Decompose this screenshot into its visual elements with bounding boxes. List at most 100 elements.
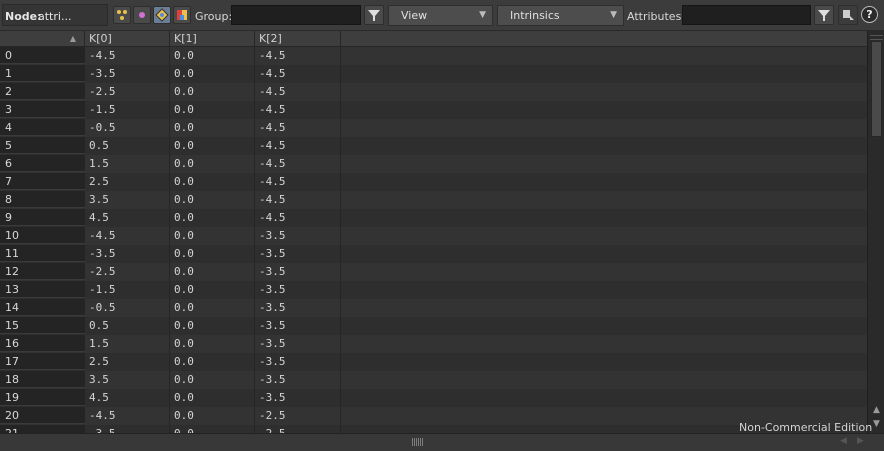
row-index: 5 (0, 137, 85, 154)
table-cell: -3.5 (85, 245, 170, 263)
table-row[interactable]: 13 -1.5 0.0 -3.5 (0, 281, 867, 299)
table-row[interactable]: 10 -4.5 0.0 -3.5 (0, 227, 867, 245)
table-cell: -2.5 (255, 425, 341, 433)
table-cell: 1.5 (85, 335, 170, 353)
row-index: 0 (0, 47, 85, 64)
table-row[interactable]: 9 4.5 0.0 -4.5 (0, 209, 867, 227)
table-cell: 0.0 (170, 353, 255, 371)
scroll-left-icon[interactable]: ◀ (840, 436, 847, 446)
table-row[interactable]: 21-3.50.0-2.5 (0, 425, 867, 433)
row-index: 21 (0, 425, 85, 433)
table-row[interactable]: 18 3.5 0.0 -3.5 (0, 371, 867, 389)
table-row[interactable]: 7 2.5 0.0 -4.5 (0, 173, 867, 191)
view-dropdown[interactable]: View ▼ (388, 5, 493, 26)
table-cell: -2.5 (255, 407, 341, 425)
table-row[interactable]: 12 -2.5 0.0 -3.5 (0, 263, 867, 281)
column-header[interactable]: K[2] (255, 31, 341, 46)
table-cell: -3.5 (255, 299, 341, 317)
help-button[interactable]: ? (861, 6, 878, 23)
scroll-thumb[interactable] (871, 41, 882, 137)
table-cell: 0.5 (85, 137, 170, 155)
detail-button[interactable] (173, 6, 191, 24)
attributes-filter-button[interactable] (814, 5, 834, 25)
table-cell: -4.5 (255, 137, 341, 155)
table-cell: -4.5 (255, 101, 341, 119)
table-cell: -0.5 (85, 119, 170, 137)
class-dropdown-label: Intrinsics (510, 9, 560, 22)
table-cell: 0.0 (170, 281, 255, 299)
table-row[interactable]: 3 -1.5 0.0 -4.5 (0, 101, 867, 119)
table-row[interactable]: 8 3.5 0.0 -4.5 (0, 191, 867, 209)
table-cell: -3.5 (255, 371, 341, 389)
view-options-button[interactable] (838, 5, 858, 25)
table-cell: -3.5 (255, 263, 341, 281)
points-icon (117, 10, 127, 20)
row-index: 17 (0, 353, 85, 370)
toolbar: Node: attri... Group: View ▼ Intrinsics … (0, 0, 884, 31)
table-cell: -4.5 (255, 65, 341, 83)
table-cell: 0.0 (170, 389, 255, 407)
primitives-button[interactable] (153, 6, 171, 24)
table-cell: 0.0 (170, 155, 255, 173)
column-header[interactable]: K[1] (170, 31, 255, 46)
row-index: 12 (0, 263, 85, 280)
table-cell: -4.5 (255, 119, 341, 137)
table-cell: -4.5 (85, 407, 170, 425)
table-cell: -4.5 (255, 47, 341, 65)
table-row[interactable]: 5 0.5 0.0 -4.5 (0, 137, 867, 155)
horizontal-scrollbar[interactable]: ◀ ▶ (0, 433, 884, 451)
table-cell: -3.5 (85, 65, 170, 83)
resize-grip-icon[interactable] (412, 438, 424, 446)
table-row[interactable]: 19 4.5 0.0 -3.5 (0, 389, 867, 407)
table-cell: 0.0 (170, 245, 255, 263)
table-row[interactable]: 14 -0.5 0.0 -3.5 (0, 299, 867, 317)
node-path-value[interactable]: attri... (38, 10, 71, 23)
table-row[interactable]: 6 1.5 0.0 -4.5 (0, 155, 867, 173)
table-cell: 4.5 (85, 209, 170, 227)
table-cell: 0.0 (170, 173, 255, 191)
group-label: Group: (195, 10, 233, 23)
table-cell: -3.5 (85, 425, 170, 433)
table-cell: 0.0 (170, 425, 255, 433)
table-cell: 0.0 (170, 263, 255, 281)
chevron-down-icon: ▼ (610, 10, 617, 20)
table-row[interactable]: 20 -4.5 0.0 -2.5 (0, 407, 867, 425)
points-button[interactable] (113, 6, 131, 24)
table-cell: 0.0 (170, 335, 255, 353)
table-row[interactable]: 0 -4.5 0.0 -4.5 (0, 47, 867, 65)
table-row[interactable]: 2 -2.5 0.0 -4.5 (0, 83, 867, 101)
class-dropdown[interactable]: Intrinsics ▼ (497, 5, 624, 26)
table-row[interactable]: 1 -3.5 0.0 -4.5 (0, 65, 867, 83)
scroll-tick (870, 39, 883, 40)
table-cell: -4.5 (255, 191, 341, 209)
table-cell: 2.5 (85, 353, 170, 371)
column-header[interactable]: K[0] (85, 31, 170, 46)
table-cell: -3.5 (255, 227, 341, 245)
scroll-up-icon[interactable]: ▲ (870, 403, 883, 417)
table-row[interactable]: 16 1.5 0.0 -3.5 (0, 335, 867, 353)
vertical-scrollbar[interactable]: ▲ ▼ (867, 31, 884, 433)
vertices-button[interactable] (133, 6, 151, 24)
table-row[interactable]: 17 2.5 0.0 -3.5 (0, 353, 867, 371)
row-index: 15 (0, 317, 85, 334)
table-row[interactable]: 11 -3.5 0.0 -3.5 (0, 245, 867, 263)
view-options-icon (843, 10, 854, 20)
table-cell: -3.5 (255, 245, 341, 263)
row-index: 13 (0, 281, 85, 298)
table-cell: -3.5 (255, 335, 341, 353)
table-cell: 0.0 (170, 317, 255, 335)
row-index: 18 (0, 371, 85, 388)
index-column-header[interactable]: ▲ (0, 31, 85, 46)
scroll-right-icon[interactable]: ▶ (857, 436, 864, 446)
table-row[interactable]: 4 -0.5 0.0 -4.5 (0, 119, 867, 137)
table-cell: 0.0 (170, 47, 255, 65)
group-filter-button[interactable] (364, 5, 384, 25)
group-field[interactable] (231, 5, 361, 25)
table-row[interactable]: 15 0.5 0.0 -3.5 (0, 317, 867, 335)
attributes-field[interactable] (682, 5, 811, 25)
row-index: 7 (0, 173, 85, 190)
row-index: 11 (0, 245, 85, 262)
table-cell: -0.5 (85, 299, 170, 317)
table-cell: 0.0 (170, 101, 255, 119)
help-icon: ? (866, 8, 873, 21)
